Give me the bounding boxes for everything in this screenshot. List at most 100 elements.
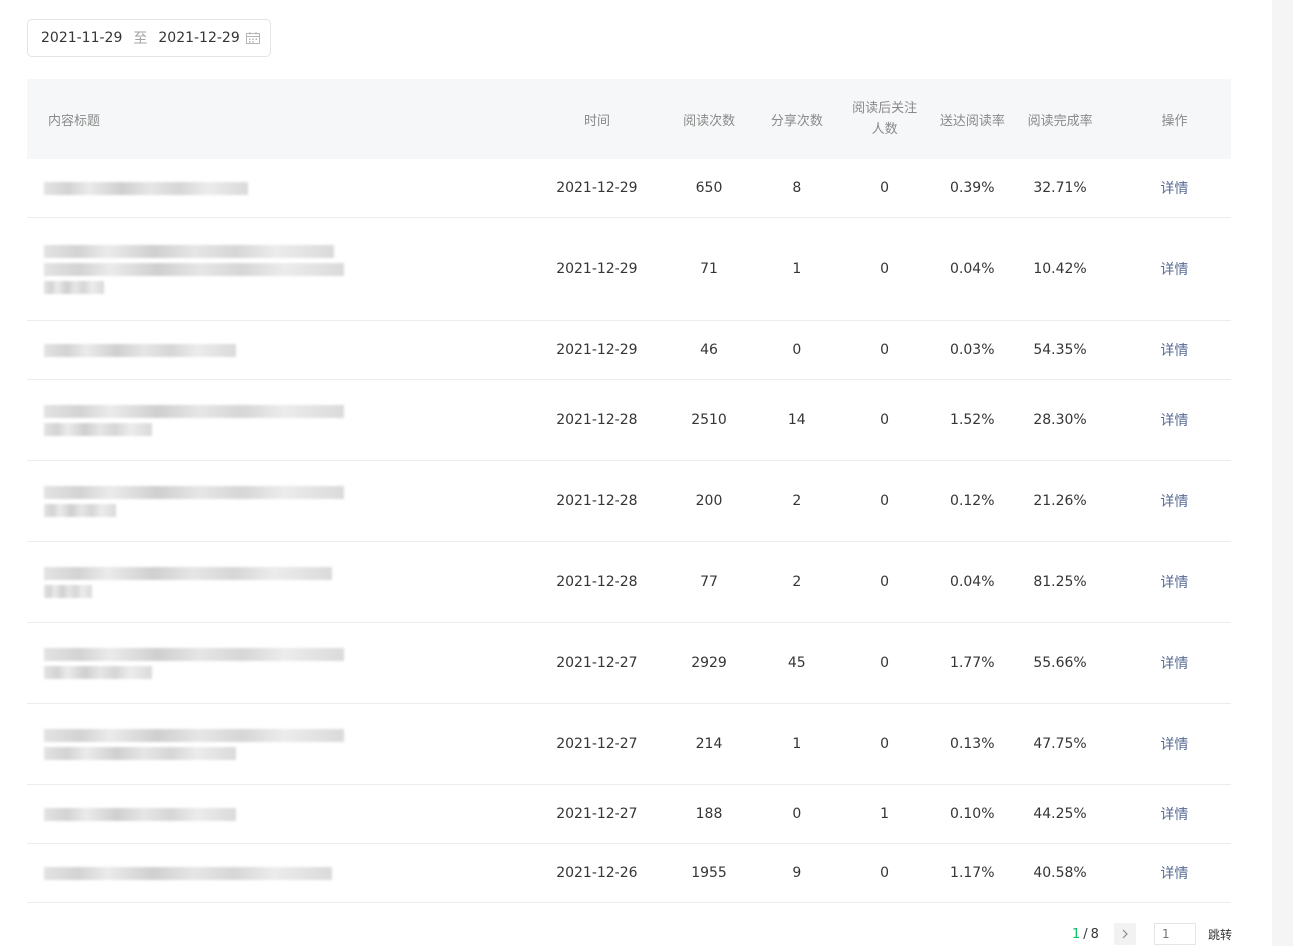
cell-action: 详情 [1106, 491, 1231, 511]
redacted-text-line [44, 485, 344, 499]
cell-completion-rate: 32.71% [1033, 180, 1087, 196]
cell-action: 详情 [1106, 410, 1231, 430]
cell-shares: 1 [792, 261, 802, 277]
header-follows-line2: 人数 [871, 122, 898, 137]
cell-delivery-rate: 0.13% [950, 736, 995, 752]
redacted-text-line [44, 503, 116, 517]
cell-shares: 0 [792, 806, 802, 822]
cell-time: 2021-12-27 [556, 736, 638, 752]
page-jump-input[interactable] [1153, 923, 1196, 945]
cell-follows: 0 [880, 654, 889, 671]
cell-follows: 0 [880, 492, 889, 509]
table-row: 2021-12-28 77 2 0 0.04% 81.25% 详情 [27, 542, 1231, 623]
header-title: 内容标题 [48, 113, 101, 129]
cell-delivery-rate: 0.39% [950, 180, 995, 196]
articles-table: 内容标题 时间 阅读次数 分享次数 阅读后关注 人数 送达阅读率 阅读完成率 操… [27, 79, 1231, 903]
cell-action: 详情 [1106, 863, 1231, 883]
cell-reads: 77 [700, 574, 718, 590]
table-row: 2021-12-27 2929 45 0 1.77% 55.66% 详情 [27, 623, 1231, 704]
article-title-redacted[interactable] [27, 339, 531, 362]
detail-link[interactable]: 详情 [1160, 866, 1188, 882]
cell-time: 2021-12-28 [556, 574, 638, 590]
table-row: 2021-12-28 200 2 0 0.12% 21.26% 详情 [27, 461, 1231, 542]
header-shares: 分享次数 [770, 113, 823, 129]
header-delivery-rate: 送达阅读率 [939, 113, 1005, 129]
redacted-text-line [44, 866, 332, 880]
cell-completion-rate: 40.58% [1033, 865, 1087, 881]
detail-link[interactable]: 详情 [1160, 343, 1188, 359]
cell-action: 详情 [1106, 734, 1231, 754]
redacted-text-line [44, 280, 104, 294]
cell-reads: 2510 [691, 412, 727, 428]
table-row: 2021-12-29 650 8 0 0.39% 32.71% 详情 [27, 159, 1231, 218]
cell-delivery-rate: 0.03% [950, 342, 995, 358]
cell-reads: 188 [695, 806, 723, 822]
article-title-redacted[interactable] [27, 400, 531, 441]
article-title-redacted[interactable] [27, 177, 531, 200]
cell-shares: 8 [792, 180, 802, 196]
cell-completion-rate: 44.25% [1033, 806, 1087, 822]
article-title-redacted[interactable] [27, 643, 531, 684]
article-title-redacted[interactable] [27, 862, 531, 885]
cell-completion-rate: 81.25% [1033, 574, 1087, 590]
next-page-button[interactable] [1113, 923, 1136, 945]
detail-link[interactable]: 详情 [1160, 575, 1188, 591]
date-start: 2021-11-29 [41, 30, 123, 46]
redacted-text-line [44, 584, 92, 598]
detail-link[interactable]: 详情 [1160, 262, 1188, 278]
detail-link[interactable]: 详情 [1160, 413, 1188, 429]
page-jump-button[interactable]: 跳转 [1208, 926, 1232, 943]
detail-link[interactable]: 详情 [1160, 807, 1188, 823]
cell-time: 2021-12-27 [556, 655, 638, 671]
cell-reads: 71 [700, 261, 718, 277]
article-title-redacted[interactable] [27, 724, 531, 765]
article-title-redacted[interactable] [27, 481, 531, 522]
cell-follows: 0 [880, 411, 889, 428]
cell-reads: 200 [695, 493, 723, 509]
page-separator: / [1083, 926, 1088, 942]
cell-time: 2021-12-26 [556, 865, 638, 881]
article-title-redacted[interactable] [27, 240, 531, 299]
date-separator: 至 [133, 31, 148, 47]
redacted-text-line [44, 728, 344, 742]
calendar-icon[interactable] [246, 32, 260, 48]
header-time: 时间 [583, 113, 610, 129]
date-range-picker[interactable]: 2021-11-29 至 2021-12-29 [27, 19, 271, 57]
redacted-text-line [44, 181, 248, 195]
redacted-text-line [44, 647, 344, 661]
cell-time: 2021-12-29 [556, 261, 638, 277]
article-title-redacted[interactable] [27, 562, 531, 603]
detail-link[interactable]: 详情 [1160, 494, 1188, 510]
cell-follows: 0 [880, 573, 889, 590]
cell-follows: 0 [880, 179, 889, 196]
total-pages: 8 [1090, 926, 1099, 942]
article-title-redacted[interactable] [27, 803, 531, 826]
header-reads: 阅读次数 [683, 113, 736, 129]
cell-delivery-rate: 1.77% [950, 655, 995, 671]
cell-action: 详情 [1106, 178, 1231, 198]
redacted-text-line [44, 746, 236, 760]
cell-shares: 0 [792, 342, 802, 358]
cell-completion-rate: 10.42% [1033, 261, 1087, 277]
cell-shares: 45 [787, 655, 806, 671]
cell-time: 2021-12-29 [556, 180, 638, 196]
cell-time: 2021-12-28 [556, 412, 638, 428]
cell-shares: 2 [792, 574, 802, 590]
redacted-text-line [44, 404, 344, 418]
scrollbar-track[interactable] [1272, 0, 1293, 946]
redacted-text-line [44, 566, 332, 580]
chevron-right-icon [1122, 929, 1128, 939]
cell-time: 2021-12-27 [556, 806, 638, 822]
cell-follows: 0 [880, 260, 889, 277]
cell-time: 2021-12-28 [556, 493, 638, 509]
detail-link[interactable]: 详情 [1160, 181, 1188, 197]
detail-link[interactable]: 详情 [1160, 656, 1188, 672]
cell-action: 详情 [1106, 340, 1231, 360]
table-row: 2021-12-29 46 0 0 0.03% 54.35% 详情 [27, 321, 1231, 380]
cell-follows: 0 [880, 341, 889, 358]
cell-reads: 650 [695, 180, 723, 196]
detail-link[interactable]: 详情 [1160, 737, 1188, 753]
cell-reads: 46 [700, 342, 718, 358]
cell-completion-rate: 28.30% [1033, 412, 1087, 428]
cell-completion-rate: 21.26% [1033, 493, 1087, 509]
